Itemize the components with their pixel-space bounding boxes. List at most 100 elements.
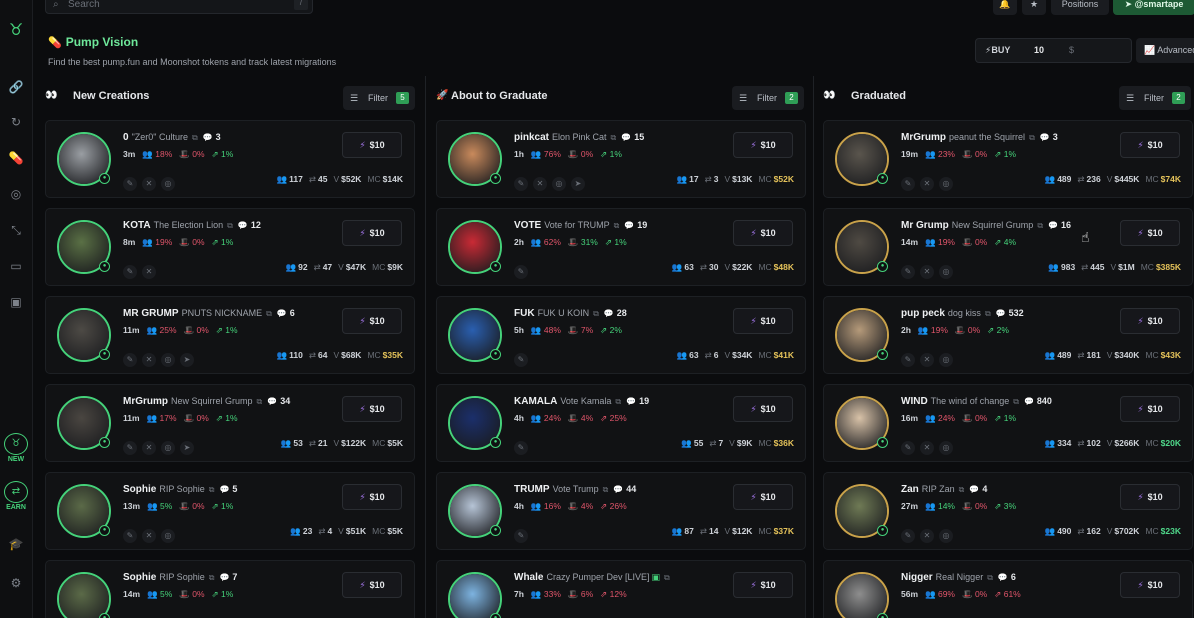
copy-icon[interactable]: ⧉	[664, 573, 670, 582]
quick-buy-button[interactable]: ⚡ $10	[342, 308, 402, 334]
token-card[interactable]: ● VOTE Vote for TRUMP ⧉ 💬 19 2h 👥 62% 🎩 31% ⇗ 1% ✎…	[436, 208, 806, 286]
token-card[interactable]: ● Zan RIP Zan ⧉ 💬 4 27m 👥 14% 🎩 0% ⇗ 3% ✎ ✕ ◎ 👥 490 ⇄ 16…	[823, 472, 1193, 550]
x-icon[interactable]: ✕	[142, 353, 156, 367]
copy-icon[interactable]: ⧉	[266, 309, 272, 318]
quick-buy-button[interactable]: ⚡ $10	[733, 484, 793, 510]
x-icon[interactable]: ✕	[920, 353, 934, 367]
token-card[interactable]: ● KOTA The Election Lion ⧉ 💬 12 8m 👥 19% 🎩 0% ⇗ 1…	[45, 208, 415, 286]
copy-icon[interactable]: ⧉	[1037, 221, 1043, 230]
token-symbol[interactable]: MR GRUMP	[123, 308, 179, 319]
copy-icon[interactable]: ⧉	[1029, 133, 1035, 142]
token-symbol[interactable]: KOTA	[123, 220, 151, 231]
globe-icon[interactable]: ◎	[939, 441, 953, 455]
quick-buy-box[interactable]: ⚡BUY 10 $	[975, 38, 1132, 63]
globe-icon[interactable]: ◎	[939, 529, 953, 543]
pill-icon[interactable]: 💊	[7, 149, 25, 167]
token-symbol[interactable]: Nigger	[901, 572, 933, 583]
copy-icon[interactable]: ⧉	[593, 309, 599, 318]
token-symbol[interactable]: pup peck	[901, 308, 945, 319]
positions-button[interactable]: Positions	[1051, 0, 1109, 15]
token-card[interactable]: ● Sophie RIP Sophie ⧉ 💬 7 14m 👥 5% 🎩 0% ⇗ 1% ⚡ $10	[45, 560, 415, 618]
copy-icon[interactable]: ⧉	[1013, 397, 1019, 406]
token-card[interactable]: ● WIND The wind of change ⧉ 💬 840 16m 👥 24% 🎩 0%…	[823, 384, 1193, 462]
quick-buy-button[interactable]: ⚡ $10	[1120, 220, 1180, 246]
website-icon[interactable]: ✎	[901, 529, 915, 543]
globe-icon[interactable]: ◎	[552, 177, 566, 191]
search-input[interactable]: ⌕ Search /	[45, 0, 313, 14]
token-avatar[interactable]	[835, 572, 889, 618]
copy-icon[interactable]: ⧉	[985, 309, 991, 318]
filter-button[interactable]: ☰ Filter 2	[1119, 86, 1191, 110]
token-card[interactable]: ● KAMALA Vote Kamala ⧉ 💬 19 4h 👥 24% 🎩 4% ⇗ 25% ✎ 👥…	[436, 384, 806, 462]
star-icon[interactable]: ★	[1022, 0, 1046, 15]
globe-icon[interactable]: ◎	[161, 529, 175, 543]
token-symbol[interactable]: KAMALA	[514, 396, 557, 407]
quick-buy-button[interactable]: ⚡ $10	[1120, 396, 1180, 422]
expand-icon[interactable]: ⤡	[7, 221, 25, 239]
quick-buy-button[interactable]: ⚡ $10	[733, 396, 793, 422]
filter-button[interactable]: ☰ Filter 2	[732, 86, 804, 110]
token-symbol[interactable]: MrGrump	[901, 132, 946, 143]
token-symbol[interactable]: TRUMP	[514, 484, 550, 495]
token-card[interactable]: ● Whale Crazy Pumper Dev [LIVE] ▣ ⧉ 7h 👥 33% 🎩 …	[436, 560, 806, 618]
quick-buy-button[interactable]: ⚡ $10	[342, 572, 402, 598]
copy-icon[interactable]: ⧉	[257, 397, 263, 406]
quick-buy-button[interactable]: ⚡ $10	[733, 308, 793, 334]
token-symbol[interactable]: VOTE	[514, 220, 541, 231]
quick-buy-button[interactable]: ⚡ $10	[342, 132, 402, 158]
token-card[interactable]: ● MR GRUMP PNUTS NICKNAME ⧉ 💬 6 11m 👥 25% 🎩 0% ⇗ …	[45, 296, 415, 374]
x-icon[interactable]: ✕	[142, 177, 156, 191]
quick-buy-button[interactable]: ⚡ $10	[733, 220, 793, 246]
bell-icon[interactable]: 🔔	[993, 0, 1017, 15]
website-icon[interactable]: ✎	[901, 177, 915, 191]
globe-icon[interactable]: ◎	[939, 177, 953, 191]
user-button[interactable]: ➤ @smartape	[1113, 0, 1194, 15]
telegram-icon[interactable]: ➤	[180, 353, 194, 367]
token-symbol[interactable]: pinkcat	[514, 132, 549, 143]
globe-icon[interactable]: ◎	[939, 265, 953, 279]
x-icon[interactable]: ✕	[142, 265, 156, 279]
copy-icon[interactable]: ⧉	[615, 397, 621, 406]
new-badge[interactable]: ♉ NEW	[3, 433, 29, 465]
x-icon[interactable]: ✕	[533, 177, 547, 191]
token-card[interactable]: ● MrGrump New Squirrel Grump ⧉ 💬 34 11m 👥 17% 🎩 …	[45, 384, 415, 462]
telegram-icon[interactable]: ➤	[571, 177, 585, 191]
copy-icon[interactable]: ⧉	[603, 485, 609, 494]
globe-icon[interactable]: ◎	[161, 177, 175, 191]
token-symbol[interactable]: FUK	[514, 308, 535, 319]
quick-buy-button[interactable]: ⚡ $10	[1120, 572, 1180, 598]
token-symbol[interactable]: 0	[123, 132, 129, 143]
globe-icon[interactable]: ◎	[161, 441, 175, 455]
website-icon[interactable]: ✎	[514, 353, 528, 367]
quick-buy-button[interactable]: ⚡ $10	[342, 220, 402, 246]
copy-icon[interactable]: ⧉	[192, 133, 198, 142]
website-icon[interactable]: ✎	[901, 441, 915, 455]
token-card[interactable]: ● 0 "Zer0" Culture ⧉ 💬 3 3m 👥 18% 🎩 0% ⇗ 1% ✎ ✕ ◎ 👥 11…	[45, 120, 415, 198]
copy-icon[interactable]: ⧉	[209, 485, 215, 494]
token-avatar[interactable]	[448, 572, 502, 618]
website-icon[interactable]: ✎	[514, 529, 528, 543]
token-avatar[interactable]	[57, 572, 111, 618]
copy-icon[interactable]: ⧉	[614, 221, 620, 230]
quick-buy-button[interactable]: ⚡ $10	[1120, 484, 1180, 510]
website-icon[interactable]: ✎	[901, 265, 915, 279]
token-symbol[interactable]: Mr Grump	[901, 220, 949, 231]
x-icon[interactable]: ✕	[142, 441, 156, 455]
globe-icon[interactable]: ◎	[939, 353, 953, 367]
website-icon[interactable]: ✎	[123, 353, 137, 367]
website-icon[interactable]: ✎	[514, 265, 528, 279]
website-icon[interactable]: ✎	[514, 177, 528, 191]
quick-buy-button[interactable]: ⚡ $10	[1120, 308, 1180, 334]
quick-buy-button[interactable]: ⚡ $10	[342, 396, 402, 422]
copy-icon[interactable]: ⧉	[209, 573, 215, 582]
token-symbol[interactable]: Zan	[901, 484, 919, 495]
x-icon[interactable]: ✕	[920, 529, 934, 543]
copy-icon[interactable]: ⧉	[987, 573, 993, 582]
token-symbol[interactable]: MrGrump	[123, 396, 168, 407]
website-icon[interactable]: ✎	[123, 177, 137, 191]
token-symbol[interactable]: Sophie	[123, 484, 156, 495]
copy-icon[interactable]: ⧉	[611, 133, 617, 142]
quick-buy-button[interactable]: ⚡ $10	[1120, 132, 1180, 158]
gear-icon[interactable]: ⚙	[7, 574, 25, 592]
website-icon[interactable]: ✎	[514, 441, 528, 455]
